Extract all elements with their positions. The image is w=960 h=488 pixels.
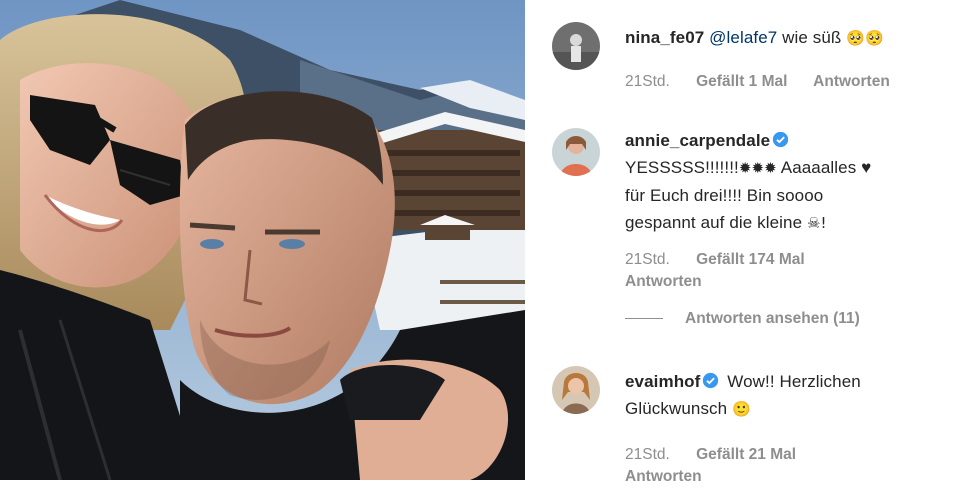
selfie-couple-image [0,0,525,480]
baby-emoji-icon: ☠! [806,214,827,232]
avatar[interactable] [552,22,600,70]
avatar-image-icon [552,22,600,70]
comment-text: Wow!! Herzlichen [727,372,861,391]
avatar[interactable] [552,128,600,176]
comment-likes-count[interactable]: Gefällt 1 Mal [696,73,787,90]
comment-username[interactable]: nina_fe07 [625,28,704,47]
comment-likes-count[interactable]: Gefällt 174 Mal [696,251,805,268]
comment-text: Glückwunsch [625,399,728,418]
sparkle-burst-emoji-icon: ✹✹✹ [738,159,777,177]
heart-emoji-icon: ♥ [861,158,872,177]
post-photo[interactable] [0,0,525,480]
comment-text: YESSSSS!!!!!!! [625,158,739,177]
comment-text: Aaaaalles [780,158,857,177]
comment-username[interactable]: annie_carpendale [625,131,770,150]
comments-panel: nina_fe07 @lelafe7 wie süß 🥺🥺 21Std. Gef… [525,0,960,485]
comment-timestamp[interactable]: 21Std. [625,251,670,268]
comment-reply-button[interactable]: Antworten [625,273,702,290]
comment-text: wie süß [782,28,842,47]
view-replies-label[interactable]: Antworten ansehen (11) [685,310,860,327]
verified-badge-icon [773,131,789,148]
comment-reply-button[interactable]: Antworten [813,73,890,90]
comment-text: für Euch drei!!!! Bin soooo [625,186,824,205]
pleading-face-emoji-icon: 🥺🥺 [846,29,884,47]
avatar[interactable] [552,366,600,414]
comment-mention-link[interactable]: @lelafe7 [709,28,777,47]
comment-username[interactable]: evaimhof [625,372,700,391]
comment-likes-count[interactable]: Gefällt 21 Mal [696,446,796,463]
verified-badge-icon [703,372,719,389]
comment-timestamp[interactable]: 21Std. [625,446,670,463]
smiley-emoji-icon: 🙂 [732,400,751,418]
comment-timestamp[interactable]: 21Std. [625,73,670,90]
avatar-image-icon [552,366,600,414]
view-replies-button[interactable]: Antworten ansehen (11) [625,310,860,328]
replies-divider [625,318,663,320]
comment-reply-button[interactable]: Antworten [625,468,702,485]
comment-text: gespannt auf die kleine [625,213,803,232]
avatar-image-icon [552,128,600,176]
